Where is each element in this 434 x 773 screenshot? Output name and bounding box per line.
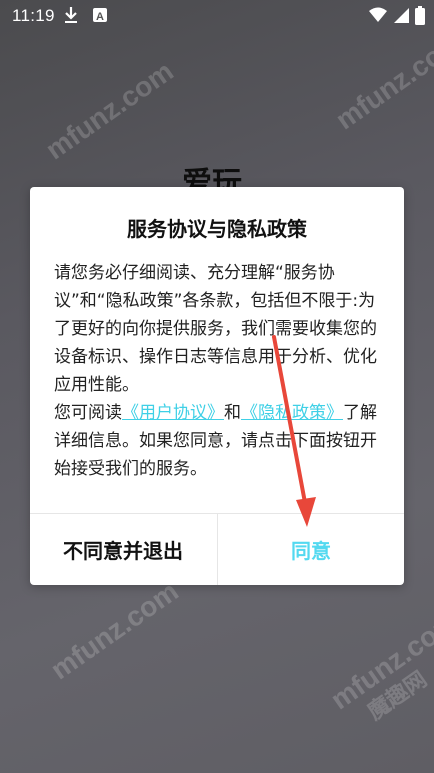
body-intro: 请您务必仔细阅读、充分理解“服务协议”和“隐私政策”各条款，包括但不限于:为了更…	[54, 263, 377, 395]
status-bar: 11:19 A	[0, 0, 434, 32]
user-agreement-link[interactable]: 《用户协议》	[122, 403, 224, 423]
watermark: mfunz.com	[45, 575, 184, 686]
and-text: 和	[224, 403, 241, 423]
disagree-exit-button[interactable]: 不同意并退出	[30, 514, 216, 585]
privacy-policy-link[interactable]: 《隐私政策》	[241, 403, 343, 423]
wifi-icon	[368, 6, 388, 29]
a-icon: A	[92, 6, 108, 29]
agree-button[interactable]: 同意	[218, 514, 404, 585]
battery-icon	[414, 6, 426, 31]
watermark: mfunz.com	[40, 55, 179, 166]
download-icon	[63, 6, 79, 29]
dialog-title: 服务协议与隐私政策	[127, 217, 307, 241]
dialog-body: 请您务必仔细阅读、充分理解“服务协议”和“隐私政策”各条款，包括但不限于:为了更…	[54, 259, 384, 483]
signal-icon	[392, 6, 410, 29]
status-time: 11:19	[12, 6, 55, 25]
svg-text:A: A	[96, 11, 104, 23]
privacy-dialog: 服务协议与隐私政策 请您务必仔细阅读、充分理解“服务协议”和“隐私政策”各条款，…	[30, 187, 404, 585]
watermark: mfunz.com	[330, 25, 434, 136]
body-read-prefix: 您可阅读	[54, 403, 122, 423]
